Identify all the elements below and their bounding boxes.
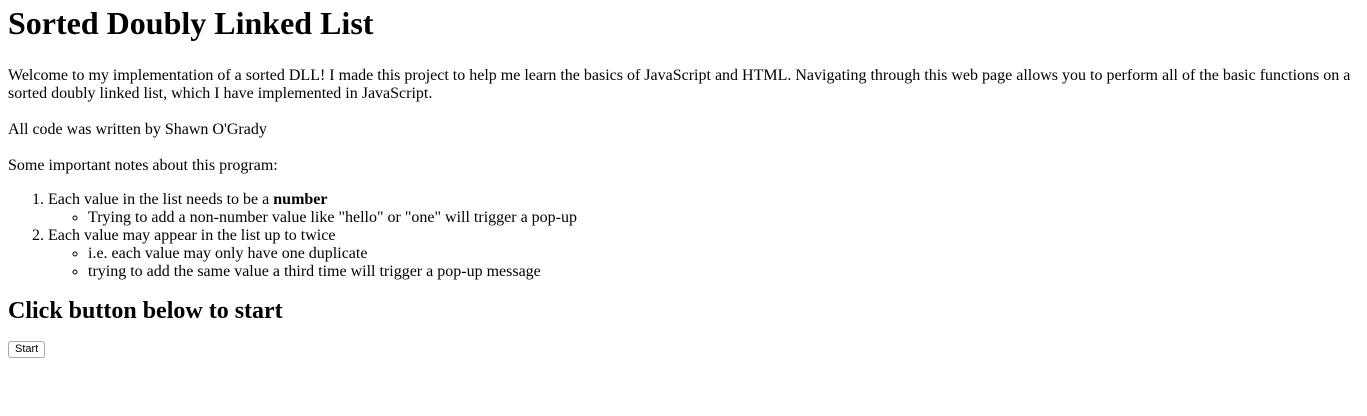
note-item-number-text: Each value in the list needs to be a [48, 191, 274, 208]
note-item-number: Each value in the list needs to be a num… [48, 191, 1359, 227]
sub-note-item: i.e. each value may only have one duplic… [88, 245, 1359, 263]
page-container: Sorted Doubly Linked List Welcome to my … [0, 0, 1367, 358]
notes-list: Each value in the list needs to be a num… [8, 191, 1359, 281]
page-title: Sorted Doubly Linked List [8, 5, 374, 41]
note-item-number-bold: number [273, 191, 328, 208]
sub-note-item: Trying to add a non-number value like "h… [88, 209, 1359, 227]
note-item-duplicates-text: Each value may appear in the list up to … [48, 227, 336, 244]
start-heading: Click button below to start [8, 298, 283, 324]
sub-note-item: trying to add the same value a third tim… [88, 263, 1359, 281]
intro-paragraph: Welcome to my implementation of a sorted… [8, 67, 1351, 102]
note-item-duplicates: Each value may appear in the list up to … [48, 227, 1359, 281]
note-sublist-number: Trying to add a non-number value like "h… [48, 209, 1359, 227]
start-button[interactable]: Start [8, 341, 46, 358]
author-credit: All code was written by Shawn O'Grady [8, 121, 267, 138]
note-sublist-duplicates: i.e. each value may only have one duplic… [48, 245, 1359, 281]
notes-label: Some important notes about this program: [8, 157, 278, 174]
